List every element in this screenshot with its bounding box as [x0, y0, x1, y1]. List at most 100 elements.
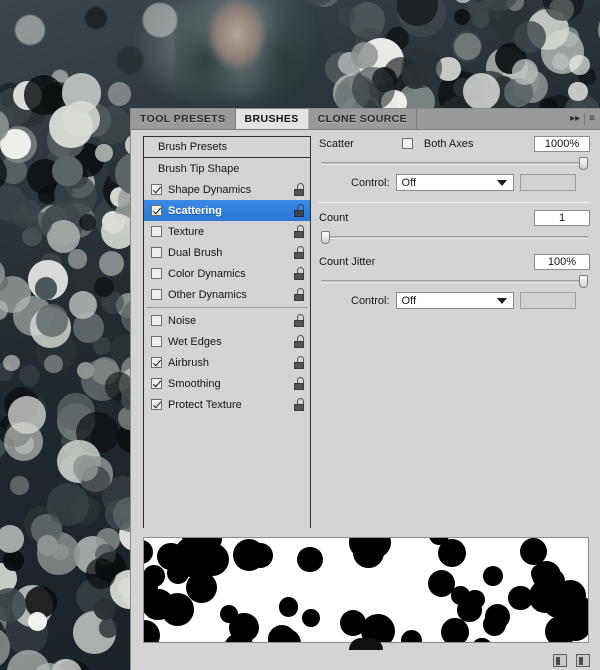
tab-brushes[interactable]: BRUSHES [236, 109, 309, 129]
background-dot [351, 42, 378, 69]
checkbox-airbrush[interactable] [151, 357, 162, 368]
background-dot [69, 291, 97, 319]
option-row-protect-texture[interactable]: Protect Texture [144, 394, 310, 415]
background-dot [472, 11, 489, 28]
checkbox-color-dynamics[interactable] [151, 268, 162, 279]
checkbox-dual-brush[interactable] [151, 247, 162, 258]
both-axes-group[interactable]: Both Axes [402, 138, 474, 150]
count-jitter-slider-track[interactable] [321, 280, 588, 283]
option-row-airbrush[interactable]: Airbrush [144, 352, 310, 373]
lock-icon[interactable] [293, 377, 306, 390]
preview-dot [457, 598, 481, 622]
panel-menu-icon[interactable]: ≡ [589, 114, 595, 124]
checkbox-wet-edges[interactable] [151, 336, 162, 347]
lock-icon[interactable] [293, 398, 306, 411]
option-row-color-dynamics[interactable]: Color Dynamics [144, 263, 310, 284]
option-row-wet-edges[interactable]: Wet Edges [144, 331, 310, 352]
option-row-brush-tip-shape[interactable]: Brush Tip Shape [144, 158, 310, 179]
both-axes-label: Both Axes [424, 138, 474, 150]
background-dot [10, 476, 28, 494]
option-row-noise[interactable]: Noise [144, 310, 310, 331]
count-jitter-block: Count Jitter 100% Control: Off [319, 252, 590, 317]
collapse-arrows-icon[interactable]: ▸▸ [570, 114, 580, 124]
scatter-control-select[interactable]: Off [396, 174, 514, 191]
scattering-controls: Scatter Both Axes 1000% C [311, 130, 600, 532]
option-label: Noise [168, 315, 293, 327]
checkbox-smoothing[interactable] [151, 378, 162, 389]
background-dot [401, 48, 442, 89]
scatter-slider-thumb[interactable] [579, 157, 588, 170]
checkbox-noise[interactable] [151, 315, 162, 326]
delete-brush-icon[interactable] [576, 654, 590, 667]
checkbox-scattering[interactable] [151, 205, 162, 216]
option-row-brush-presets[interactable]: Brush Presets [144, 137, 310, 158]
lock-icon[interactable] [293, 288, 306, 301]
lock-icon[interactable] [293, 356, 306, 369]
tab-clone-source[interactable]: CLONE SOURCE [309, 109, 417, 129]
count-slider[interactable] [321, 230, 588, 244]
count-value-input[interactable]: 1 [534, 210, 590, 226]
preview-dot [220, 605, 238, 623]
count-control-select[interactable]: Off [396, 292, 514, 309]
count-jitter-slider[interactable] [321, 274, 588, 288]
option-row-shape-dynamics[interactable]: Shape Dynamics [144, 179, 310, 200]
option-row-texture[interactable]: Texture [144, 221, 310, 242]
lock-icon[interactable] [293, 246, 306, 259]
option-label: Brush Presets [158, 141, 306, 153]
count-slider-thumb[interactable] [321, 231, 330, 244]
scatter-block: Scatter Both Axes 1000% C [319, 134, 590, 199]
background-dot [73, 455, 98, 480]
option-label: Texture [168, 226, 293, 238]
option-list-separator [146, 307, 308, 308]
tab-tool-presets[interactable]: TOOL PRESETS [131, 109, 236, 129]
scatter-label: Scatter [319, 138, 354, 150]
count-slider-track[interactable] [321, 236, 588, 239]
create-new-brush-icon[interactable] [553, 654, 567, 667]
option-row-other-dynamics[interactable]: Other Dynamics [144, 284, 310, 305]
preview-dot [143, 620, 160, 643]
scatter-slider[interactable] [321, 156, 588, 170]
lock-icon[interactable] [293, 183, 306, 196]
count-control-secondary-field[interactable] [520, 292, 576, 309]
checkbox-texture[interactable] [151, 226, 162, 237]
palette-body: Brush Presets Brush Tip ShapeShape Dynami… [131, 130, 600, 532]
count-control-value: Off [402, 295, 416, 307]
background-dot [99, 251, 125, 277]
tab-clone-source-label: CLONE SOURCE [318, 113, 407, 125]
checkbox-other-dynamics[interactable] [151, 289, 162, 300]
preview-dot [233, 539, 265, 571]
background-dot [463, 73, 500, 110]
lock-icon[interactable] [293, 267, 306, 280]
scatter-slider-track[interactable] [321, 162, 588, 165]
count-label: Count [319, 212, 348, 224]
brush-stroke-preview-canvas [144, 538, 588, 642]
lock-icon[interactable] [293, 204, 306, 217]
count-block: Count 1 [319, 208, 590, 252]
palette-footer [131, 650, 600, 670]
background-dot [4, 422, 43, 461]
palette-grip[interactable] [349, 638, 383, 650]
lock-icon[interactable] [293, 335, 306, 348]
chevron-down-icon[interactable] [497, 180, 507, 186]
scatter-control-secondary-field[interactable] [520, 174, 576, 191]
lock-icon[interactable] [293, 314, 306, 327]
count-jitter-value-input[interactable]: 100% [534, 254, 590, 270]
lock-icon[interactable] [293, 225, 306, 238]
option-row-smoothing[interactable]: Smoothing [144, 373, 310, 394]
option-row-dual-brush[interactable]: Dual Brush [144, 242, 310, 263]
both-axes-checkbox[interactable] [402, 138, 413, 149]
background-dot [94, 277, 114, 297]
checkbox-protect-texture[interactable] [151, 399, 162, 410]
option-row-scattering[interactable]: Scattering [144, 200, 310, 221]
chevron-down-icon-2[interactable] [497, 298, 507, 304]
background-dot [512, 59, 538, 85]
count-jitter-slider-thumb[interactable] [579, 275, 588, 288]
background-dot [99, 618, 119, 638]
checkbox-shape-dynamics[interactable] [151, 184, 162, 195]
background-dot [94, 598, 116, 620]
background-dot [44, 355, 62, 373]
scatter-value-input[interactable]: 1000% [534, 136, 590, 152]
brush-option-list: Brush Presets Brush Tip ShapeShape Dynami… [143, 136, 311, 528]
background-dot [568, 82, 587, 101]
background-dot [63, 101, 99, 137]
